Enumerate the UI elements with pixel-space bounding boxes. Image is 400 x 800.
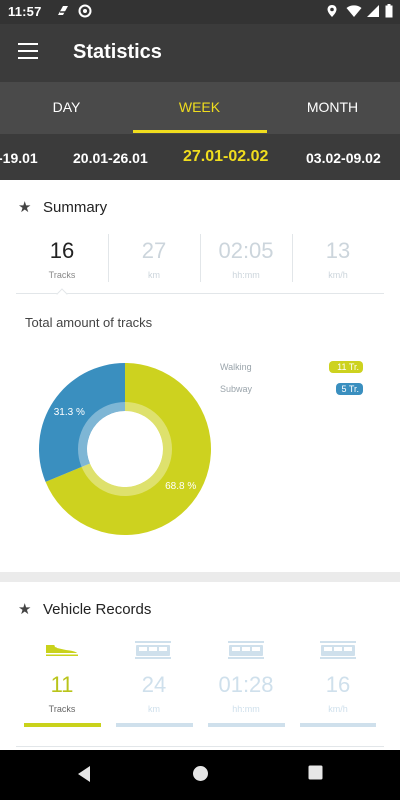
date-range-next[interactable]: 03.02-09.02 bbox=[306, 150, 381, 166]
divider bbox=[16, 746, 384, 747]
chart-title: Total amount of tracks bbox=[25, 315, 153, 330]
tab-day[interactable]: DAY bbox=[0, 82, 133, 134]
stat-value: 16 bbox=[49, 238, 75, 263]
tracks-donut-chart: 68.8 % 31.3 % bbox=[39, 363, 212, 535]
vehicle-record-tracks[interactable]: 11 Tracks bbox=[16, 672, 108, 714]
vehicle-record-distance[interactable]: 24 km bbox=[108, 672, 200, 714]
summary-stat-tracks[interactable]: 16 Tracks bbox=[16, 238, 108, 280]
home-icon[interactable] bbox=[192, 765, 209, 782]
record-label: Tracks bbox=[48, 704, 76, 714]
star-icon: ★ bbox=[18, 199, 32, 216]
stat-label: hh:mm bbox=[232, 270, 260, 280]
record-value: 01:28 bbox=[218, 672, 274, 697]
date-range-previous-2[interactable]: -19.01 bbox=[0, 150, 38, 166]
donut-inner-ring bbox=[78, 402, 172, 496]
subway-train-icon bbox=[320, 641, 356, 659]
location-icon bbox=[327, 5, 337, 17]
period-tabs: DAY WEEK MONTH bbox=[0, 82, 400, 134]
date-range-current[interactable]: 27.01-02.02 bbox=[183, 148, 268, 166]
stat-value: 02:05 bbox=[218, 238, 274, 263]
record-underline bbox=[300, 723, 376, 727]
battery-icon bbox=[385, 4, 393, 18]
hamburger-menu-icon[interactable] bbox=[18, 43, 38, 59]
sync-icon bbox=[78, 4, 92, 18]
summary-stat-speed[interactable]: 13 km/h bbox=[292, 238, 384, 280]
record-label: km/h bbox=[328, 704, 348, 714]
record-label: hh:mm bbox=[232, 704, 260, 714]
stat-label: Tracks bbox=[48, 270, 76, 280]
app-notification-icon bbox=[58, 6, 68, 15]
signal-icon bbox=[367, 5, 379, 17]
stat-value: 27 bbox=[141, 238, 167, 263]
shoe-icon bbox=[46, 644, 78, 656]
record-underline bbox=[116, 723, 193, 727]
subway-train-icon bbox=[228, 641, 264, 659]
record-underline bbox=[208, 723, 285, 727]
summary-title: Summary bbox=[43, 199, 108, 216]
pie-label-subway: 31.3 % bbox=[54, 407, 85, 418]
legend-subway-label: Subway bbox=[220, 384, 253, 394]
status-bar: 11:57 bbox=[0, 0, 400, 24]
back-icon[interactable] bbox=[76, 765, 92, 783]
stat-value: 13 bbox=[325, 238, 351, 263]
legend-subway-badge: 5 Tr. bbox=[336, 383, 363, 395]
date-range-previous[interactable]: 20.01-26.01 bbox=[73, 150, 148, 166]
record-value: 16 bbox=[325, 672, 351, 697]
stat-label: km bbox=[148, 270, 160, 280]
star-icon: ★ bbox=[18, 601, 32, 618]
legend-walking-label: Walking bbox=[220, 362, 252, 372]
recents-icon[interactable] bbox=[308, 765, 323, 780]
page-title: Statistics bbox=[73, 41, 162, 63]
summary-stat-duration[interactable]: 02:05 hh:mm bbox=[200, 238, 292, 280]
system-navigation-bar bbox=[0, 750, 400, 800]
legend-walking-badge: 11 Tr. bbox=[329, 361, 363, 373]
pie-label-walking: 68.8 % bbox=[165, 481, 196, 492]
vehicle-records-title: Vehicle Records bbox=[43, 601, 152, 618]
active-tab-indicator bbox=[133, 130, 267, 133]
subway-train-icon bbox=[135, 641, 171, 659]
record-value: 11 bbox=[50, 672, 74, 697]
tab-week[interactable]: WEEK bbox=[133, 82, 266, 134]
vehicle-record-speed[interactable]: 16 km/h bbox=[292, 672, 384, 714]
app-bar: Statistics bbox=[0, 24, 400, 82]
tab-month[interactable]: MONTH bbox=[266, 82, 399, 134]
record-underline-selected bbox=[24, 723, 101, 727]
vehicle-record-duration[interactable]: 01:28 hh:mm bbox=[200, 672, 292, 714]
record-value: 24 bbox=[141, 672, 167, 697]
record-label: km bbox=[148, 704, 160, 714]
summary-stat-distance[interactable]: 27 km bbox=[108, 238, 200, 280]
divider bbox=[16, 293, 384, 294]
wifi-icon bbox=[346, 5, 362, 17]
stat-label: km/h bbox=[328, 270, 348, 280]
status-time: 11:57 bbox=[8, 4, 42, 19]
date-range-strip[interactable]: -19.01 20.01-26.01 27.01-02.02 03.02-09.… bbox=[0, 134, 400, 180]
